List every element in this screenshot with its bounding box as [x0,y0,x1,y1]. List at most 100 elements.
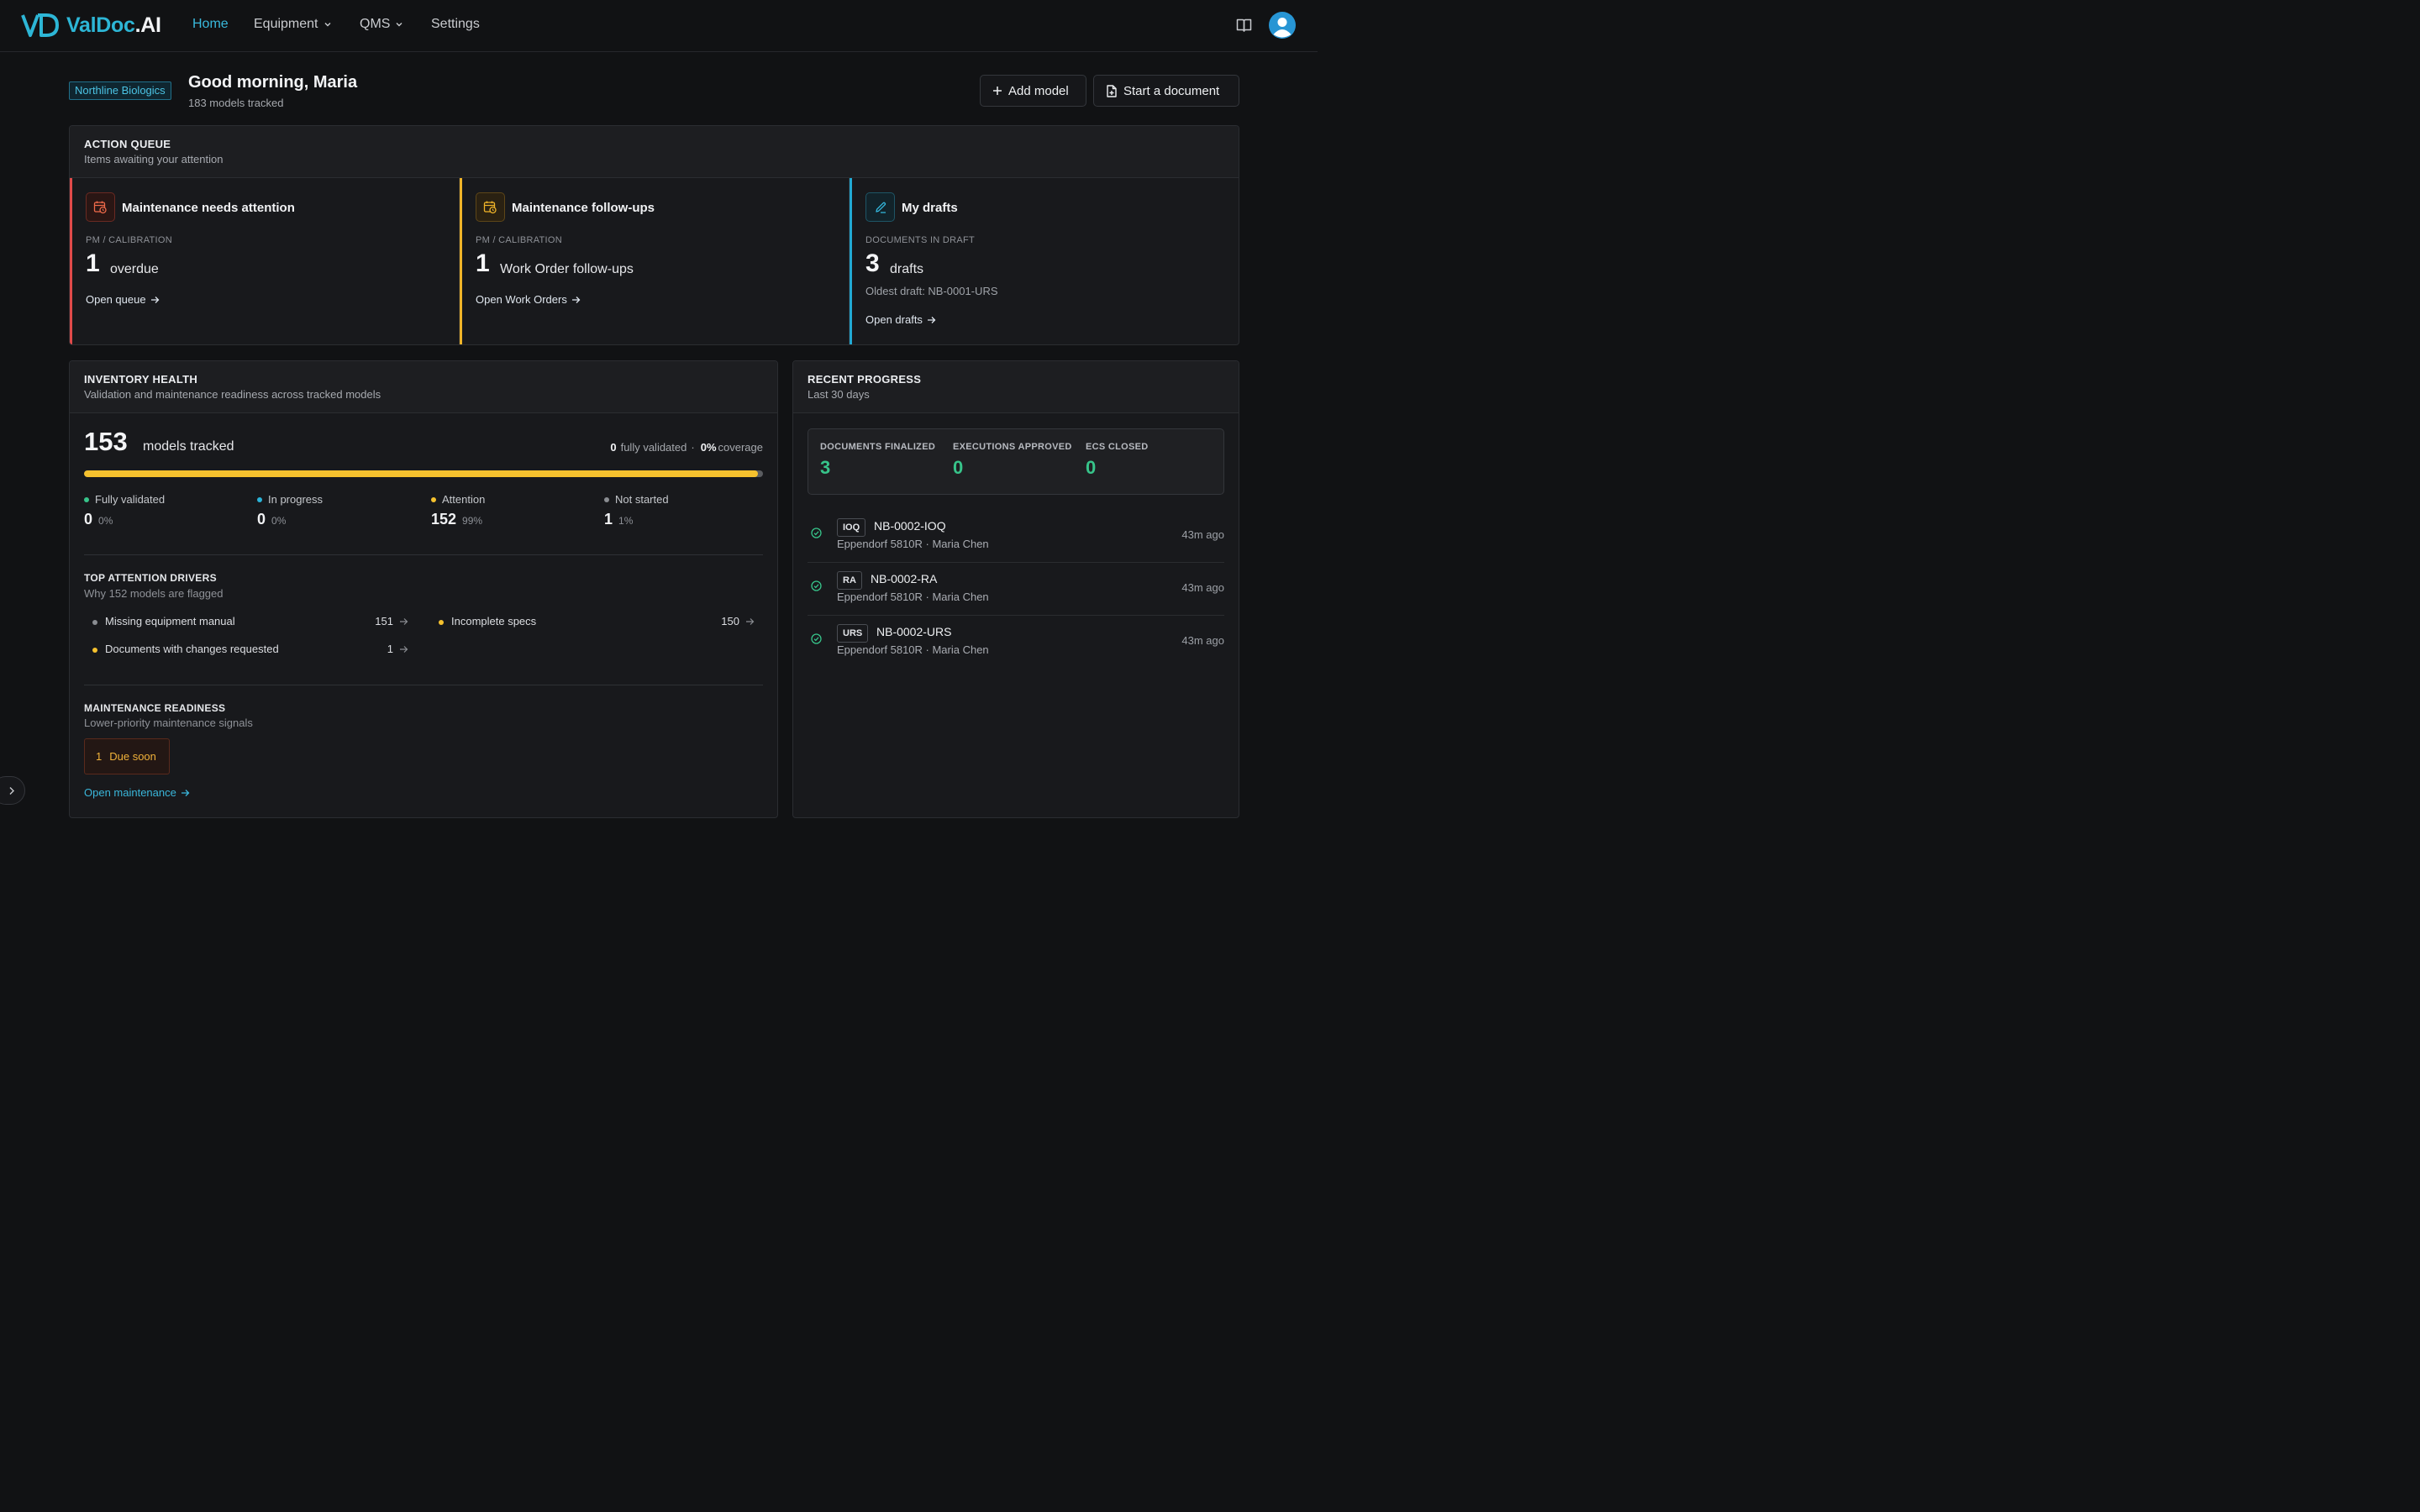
stat-label: In progress [268,493,324,506]
open-maintenance-label: Open maintenance [84,786,176,799]
check-circle-icon [811,528,822,538]
driver-changes-requested[interactable]: Documents with changes requested 1 [92,643,408,659]
arrow-right-icon [927,316,936,323]
maintenance-readiness-subtitle: Lower-priority maintenance signals [84,717,253,729]
document-meta: Eppendorf 5810R · Maria Chen [837,538,989,550]
pencil-icon [865,192,895,222]
book-open-icon[interactable] [1236,18,1252,33]
list-item[interactable]: URS NB-0002-URS Eppendorf 5810R · Maria … [808,616,1224,669]
brand-logo[interactable]: ValDoc.AI [21,13,161,38]
driver-incomplete-specs[interactable]: Incomplete specs 150 [439,615,755,632]
stat-percent: 0% [271,515,287,527]
nav-home[interactable]: Home [192,17,229,32]
sidebar-toggle-button[interactable] [0,776,25,805]
driver-missing-manual[interactable]: Missing equipment manual 151 [92,615,408,632]
document-meta: Eppendorf 5810R · Maria Chen [837,643,989,656]
card-title: My drafts [902,201,958,215]
stat-percent: 99% [462,515,483,527]
check-circle-icon [811,580,822,591]
chevron-down-icon [324,23,330,27]
recent-progress-title: RECENT PROGRESS [808,373,922,386]
arrow-right-icon [150,296,159,303]
card-unit: drafts [890,262,924,276]
models-tracked-label: models tracked [143,439,234,454]
nav-home-label: Home [192,17,229,31]
due-soon-badge[interactable]: 1 Due soon [84,738,170,774]
timestamp: 43m ago [1181,581,1224,594]
stat-in-progress: In progress 0 0% [257,493,323,528]
section-divider [84,554,763,555]
arrow-right-icon [571,296,581,303]
organization-badge: Northline Biologics [69,81,171,100]
card-accent-bar [850,178,852,344]
arrow-right-icon [746,618,755,625]
kpi-label: EXECUTIONS APPROVED [953,442,1072,452]
list-item[interactable]: RA NB-0002-RA Eppendorf 5810R · Maria Ch… [808,563,1224,616]
add-model-label: Add model [1008,83,1069,98]
nav-qms[interactable]: QMS [360,17,403,32]
start-document-button[interactable]: Start a document [1093,75,1239,107]
nav-equipment-label: Equipment [254,17,318,31]
nav-settings[interactable]: Settings [431,17,480,32]
due-soon-label: Due soon [109,750,156,763]
stat-not-started: Not started 1 1% [604,493,669,528]
maintenance-readiness-title: MAINTENANCE READINESS [84,702,226,714]
inventory-health-title: INVENTORY HEALTH [84,373,198,386]
card-label: PM / CALIBRATION [86,235,172,245]
card-label: DOCUMENTS IN DRAFT [865,235,976,245]
driver-dot [439,620,444,625]
driver-count: 151 [375,615,393,627]
validation-progress-bar [84,470,763,477]
open-drafts-link[interactable]: Open drafts [865,313,936,326]
stat-value: 0 [257,511,266,528]
arrow-right-icon [181,789,190,796]
start-document-label: Start a document [1123,83,1220,98]
status-dot [604,496,609,502]
stat-percent: 1% [618,515,634,527]
stat-attention: Attention 152 99% [431,493,485,528]
inventory-health-panel: INVENTORY HEALTH Validation and maintena… [69,360,778,818]
document-type-tag: IOQ [837,518,866,537]
file-plus-icon [1107,84,1117,97]
coverage-label: coverage [718,441,763,454]
check-circle-icon [811,633,822,644]
validated-count: 0 [610,441,617,454]
open-queue-link[interactable]: Open queue [86,293,160,306]
plus-icon [993,87,1002,95]
kpi-value: 0 [953,457,964,478]
driver-count: 1 [387,643,393,655]
arrow-right-icon [400,646,408,653]
document-id: NB-0002-URS [876,625,952,638]
coverage-percent: 0% [700,441,717,454]
document-id: NB-0002-RA [871,572,938,585]
driver-dot [92,620,97,625]
maintenance-followups-card: Maintenance follow-ups PM / CALIBRATION … [460,178,850,344]
document-meta: Eppendorf 5810R · Maria Chen [837,591,989,603]
status-dot [84,496,89,502]
models-tracked-count: 153 [84,427,128,456]
list-item[interactable]: IOQ NB-0002-IOQ Eppendorf 5810R · Maria … [808,510,1224,563]
card-accent-bar [460,178,462,344]
open-maintenance-link[interactable]: Open maintenance [84,786,190,799]
user-avatar[interactable] [1269,12,1296,39]
action-queue-title: ACTION QUEUE [84,138,171,150]
coverage-summary: 0 fully validated · 0% coverage [610,441,763,454]
calendar-clock-icon [86,192,115,222]
add-model-button[interactable]: Add model [980,75,1086,107]
document-type-tag: URS [837,624,869,643]
kpi-summary: DOCUMENTS FINALIZED 3 EXECUTIONS APPROVE… [808,428,1224,495]
arrow-right-icon [400,618,408,625]
chevron-right-icon [9,786,14,795]
kpi-executions-approved: EXECUTIONS APPROVED 0 [953,442,1072,479]
page-title: Good morning, Maria [188,73,358,92]
open-work-orders-link[interactable]: Open Work Orders [476,293,581,306]
timestamp: 43m ago [1181,528,1224,541]
nav-equipment[interactable]: Equipment [254,17,332,32]
stat-value: 1 [604,511,613,528]
kpi-label: DOCUMENTS FINALIZED [820,442,936,452]
card-title: Maintenance needs attention [122,201,295,215]
action-queue-header: ACTION QUEUE Items awaiting your attenti… [70,126,1239,178]
driver-dot [92,648,97,653]
card-title: Maintenance follow-ups [512,201,655,215]
recent-progress-header: RECENT PROGRESS Last 30 days [793,361,1239,413]
